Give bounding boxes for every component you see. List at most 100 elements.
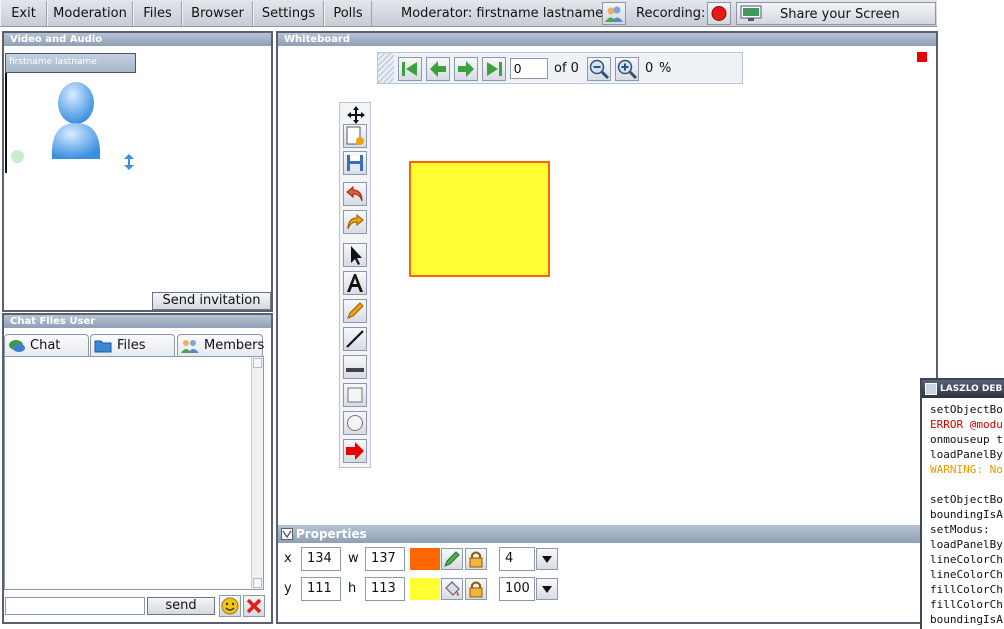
red-arrow-icon	[346, 442, 364, 460]
underline-icon	[346, 368, 364, 372]
menu-files[interactable]: Files	[133, 1, 182, 26]
x-field[interactable]: 134	[301, 547, 341, 571]
send-invitation-button[interactable]: Send invitation	[152, 292, 271, 310]
user-avatar-icon	[51, 82, 101, 159]
pencil-icon	[347, 302, 364, 319]
line-tool-button[interactable]	[343, 327, 367, 351]
chevron-down-icon	[542, 556, 552, 563]
first-page-button[interactable]	[398, 57, 422, 81]
last-page-button[interactable]	[482, 57, 506, 81]
pencil-tool-button[interactable]	[343, 299, 367, 323]
lock-icon	[469, 581, 483, 598]
fill-lock-button[interactable]	[465, 578, 487, 600]
line-icon	[346, 330, 364, 348]
rectangle-icon	[347, 387, 363, 403]
text-tool-button[interactable]	[343, 271, 367, 295]
previous-page-button[interactable]	[426, 57, 450, 81]
chat-send-button[interactable]: send	[147, 597, 215, 615]
video-audio-title: Video and Audio	[4, 33, 271, 46]
undo-button[interactable]	[343, 182, 367, 206]
save-icon	[347, 155, 363, 171]
chat-icon	[9, 340, 25, 352]
chat-messages-area[interactable]	[4, 356, 264, 590]
whiteboard-rectangle-shape[interactable]	[409, 161, 550, 277]
zoom-out-button[interactable]	[587, 57, 611, 81]
share-screen-label: Share your Screen	[780, 7, 900, 22]
menu-moderation[interactable]: Moderation	[47, 1, 133, 26]
chat-input[interactable]	[5, 597, 145, 615]
debugger-log-line: lineColorCh	[930, 553, 1003, 566]
x-label: x	[284, 551, 292, 566]
video-user-name: firstname lastname	[5, 53, 136, 73]
debugger-log: setObjectBo ERROR @modu onmouseup t loadPan…	[922, 398, 1004, 627]
menu-settings[interactable]: Settings	[253, 1, 324, 26]
arrow-tool-button[interactable]	[343, 439, 367, 463]
debugger-log-line: fillColorCh	[930, 583, 1003, 596]
collapse-icon[interactable]	[281, 528, 293, 540]
undo-icon	[346, 185, 363, 202]
tab-chat-label: Chat	[30, 338, 61, 353]
menu-polls[interactable]: Polls	[324, 1, 372, 26]
tab-files-label: Files	[117, 338, 146, 353]
w-field[interactable]: 137	[365, 547, 405, 571]
ellipse-icon	[347, 415, 363, 431]
h-field[interactable]: 113	[365, 577, 405, 601]
swap-icon[interactable]	[121, 153, 137, 171]
menu-browser[interactable]: Browser	[182, 1, 253, 26]
zoom-unit: %	[659, 61, 672, 76]
fill-color-swatch[interactable]	[410, 578, 440, 600]
redo-icon	[347, 213, 364, 230]
rectangle-tool-button[interactable]	[343, 383, 367, 407]
moderator-label: Moderator: firstname lastname	[401, 6, 604, 21]
emoticon-button[interactable]	[219, 595, 241, 617]
fill-opacity-select[interactable]: 100	[499, 577, 535, 601]
ellipse-tool-button[interactable]	[343, 411, 367, 435]
navbar-grip[interactable]	[378, 53, 394, 83]
paint-bucket-icon	[445, 581, 460, 596]
line-lock-button[interactable]	[465, 548, 487, 570]
y-field[interactable]: 111	[301, 577, 341, 601]
debugger-titlebar[interactable]: LASZLO DEB	[922, 380, 1004, 398]
record-icon	[711, 6, 727, 21]
scroll-up-arrow-icon[interactable]	[253, 358, 262, 368]
scroll-down-arrow-icon[interactable]	[253, 578, 262, 588]
redo-button[interactable]	[343, 210, 367, 234]
fill-opacity-dropdown-button[interactable]	[536, 578, 558, 600]
zoom-in-button[interactable]	[615, 57, 639, 81]
arrow-right-icon	[458, 61, 474, 77]
page-count-label: of 0	[554, 61, 579, 76]
pointer-tool-button[interactable]	[343, 243, 367, 267]
users-icon	[605, 6, 623, 22]
chevron-down-icon	[542, 586, 552, 593]
fill-color-button[interactable]	[441, 578, 463, 600]
w-label: w	[348, 551, 359, 566]
tab-members[interactable]: Members	[177, 334, 264, 356]
line-width-select[interactable]: 4	[499, 547, 535, 571]
underline-tool-button[interactable]	[343, 355, 367, 379]
tab-chat[interactable]: Chat	[4, 334, 89, 356]
chat-scrollbar[interactable]	[251, 357, 263, 589]
record-button[interactable]	[707, 2, 731, 25]
moderator-users-button[interactable]	[602, 2, 626, 25]
pointer-icon	[351, 246, 362, 265]
new-document-button[interactable]	[343, 124, 367, 148]
mic-level-indicator	[11, 150, 24, 163]
next-page-button[interactable]	[454, 57, 478, 81]
menu-exit[interactable]: Exit	[0, 1, 47, 26]
debugger-log-line	[922, 477, 1004, 492]
line-color-button[interactable]	[441, 548, 463, 570]
whiteboard-title: Whiteboard	[278, 33, 936, 46]
zoom-value: 0	[645, 61, 654, 76]
line-color-swatch[interactable]	[410, 548, 440, 570]
debugger-log-line: setModus:	[930, 523, 990, 536]
move-icon[interactable]	[346, 105, 366, 125]
debugger-log-line: lineColorCh	[930, 568, 1003, 581]
line-width-dropdown-button[interactable]	[536, 548, 558, 570]
page-number-input[interactable]	[510, 58, 548, 79]
recording-label: Recording:	[636, 6, 706, 21]
share-screen-button[interactable]: Share your Screen	[736, 2, 936, 25]
video-audio-panel: Video and Audio firstname lastname Send …	[2, 31, 273, 312]
tab-files[interactable]: Files	[90, 334, 175, 356]
clear-chat-button[interactable]	[243, 595, 265, 617]
save-button[interactable]	[343, 151, 367, 175]
